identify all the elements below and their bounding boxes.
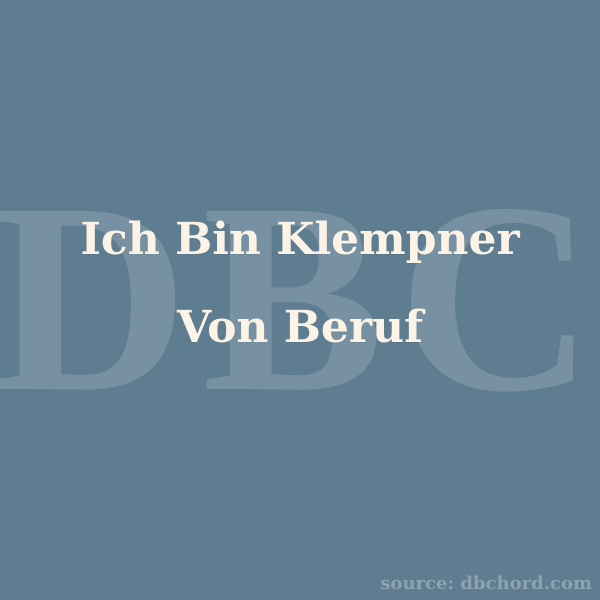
song-title: Ich Bin Klempner Von Beruf (80, 214, 520, 353)
source-credit: source: dbchord.com (380, 573, 592, 594)
